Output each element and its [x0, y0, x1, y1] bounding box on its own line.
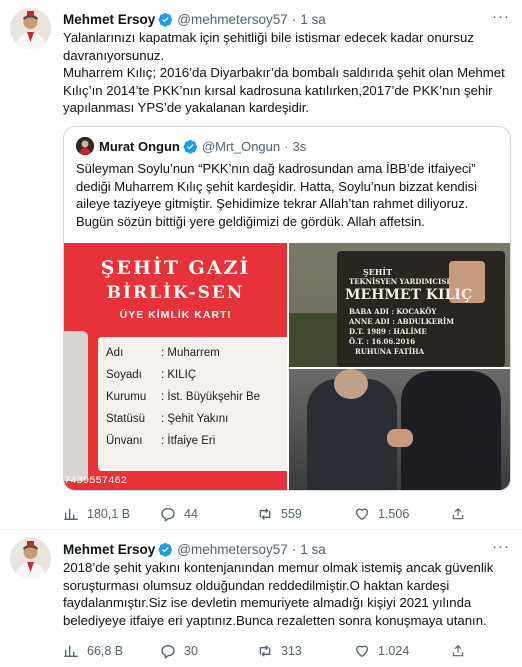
verified-badge-icon: [158, 12, 173, 27]
separator-dot: ·: [291, 541, 297, 557]
views-button[interactable]: 180,1 B: [63, 506, 160, 522]
separator-dot: ·: [284, 138, 289, 154]
card-row: Soyadı: KILIÇ: [106, 369, 197, 381]
retweet-icon: [259, 645, 271, 657]
avatar[interactable]: [10, 538, 51, 579]
like-icon: [355, 645, 369, 658]
id-card-photo[interactable]: ŞEHİT GAZİ BİRLİK-SEN ÜYE KİMLİK KARTI A…: [64, 243, 287, 490]
views-button[interactable]: 66,8 B: [63, 643, 160, 659]
share-button[interactable]: [451, 643, 473, 659]
tweet-actions: 180,1 B 44 559 1.506: [63, 505, 473, 523]
more-icon[interactable]: ···: [492, 539, 510, 560]
verified-badge-icon: [158, 542, 173, 557]
quoted-tweet[interactable]: Murat Ongun @Mrt_Ongun · 3s Süleyman Soy…: [63, 126, 511, 491]
like-count: 1.024: [378, 644, 410, 658]
reply-button[interactable]: 44: [160, 506, 257, 522]
quote-text: Süleyman Soylu’nun “PKK’nın dağ kadrosun…: [76, 161, 478, 229]
views-count: 180,1 B: [87, 507, 131, 521]
separator-dot: ·: [291, 11, 297, 27]
condolence-visit-photo[interactable]: [289, 369, 510, 490]
share-button[interactable]: [451, 506, 473, 522]
share-icon: [452, 644, 464, 657]
tweet[interactable]: Mehmet Ersoy @mehmetersoy57 · 1 sa ··· Y…: [0, 0, 522, 528]
retweet-count: 313: [281, 644, 302, 658]
media-grid: ŞEHİT GAZİ BİRLİK-SEN ÜYE KİMLİK KARTI A…: [64, 243, 510, 490]
reply-count: 30: [184, 644, 198, 658]
quote-author-name[interactable]: Murat Ongun: [99, 139, 180, 154]
retweet-button[interactable]: 559: [257, 506, 354, 522]
card-row: Kurumu: İst. Büyükşehir Be: [106, 391, 261, 403]
retweet-count: 559: [281, 507, 302, 521]
reply-count: 44: [184, 507, 198, 521]
author-name[interactable]: Mehmet Ersoy: [63, 542, 155, 557]
tweet-header: Mehmet Ersoy @mehmetersoy57 · 1 sa: [63, 10, 492, 28]
card-photo-slot: [64, 331, 88, 481]
quote-author-handle[interactable]: @Mrt_Ongun: [202, 139, 280, 154]
card-subtitle: ÜYE KİMLİK KARTI: [119, 309, 232, 321]
views-count: 66,8 B: [87, 644, 124, 658]
avatar[interactable]: [10, 8, 51, 49]
author-handle[interactable]: @mehmetersoy57: [177, 542, 288, 557]
tweet-header: Mehmet Ersoy @mehmetersoy57 · 1 sa: [63, 540, 492, 558]
reply-button[interactable]: 30: [160, 643, 257, 659]
timestamp[interactable]: 1 sa: [300, 12, 326, 27]
like-button[interactable]: 1.506: [354, 506, 451, 522]
reply-icon: [161, 507, 175, 522]
person-silhouette: [401, 371, 501, 490]
tweet-paragraph: Muharrem Kılıç; 2016’da Diyarbakır’da bo…: [63, 65, 505, 115]
gravestone-photo[interactable]: ŞEHİT TEKNİSYEN YARDIMCISI MEHMET KILIÇ …: [289, 243, 510, 367]
views-icon: [64, 645, 78, 657]
retweet-button[interactable]: 313: [257, 643, 354, 659]
handshake: [387, 429, 413, 447]
card-title-1: ŞEHİT GAZİ: [100, 257, 251, 279]
quote-avatar[interactable]: [76, 137, 94, 155]
author-name[interactable]: Mehmet Ersoy: [63, 12, 155, 27]
like-count: 1.506: [378, 507, 410, 521]
timestamp[interactable]: 1 sa: [300, 542, 326, 557]
card-row: Statüsü: Şehit Yakını: [106, 413, 229, 425]
like-icon: [355, 508, 369, 521]
card-row: Ünvanı: İtfaiye Eri: [106, 435, 216, 447]
views-icon: [64, 508, 78, 520]
like-button[interactable]: 1.024: [354, 643, 451, 659]
retweet-icon: [259, 508, 271, 520]
reply-icon: [161, 644, 175, 659]
tweet-actions: 66,8 B 30 313 1.024: [63, 642, 473, 660]
tweet-text: 2018’de şehit yakını kontenjanından memu…: [63, 559, 515, 629]
author-handle[interactable]: @mehmetersoy57: [177, 12, 288, 27]
verified-badge-icon: [183, 139, 198, 154]
tweet-paragraph: 2018’de şehit yakını kontenjanından memu…: [63, 560, 494, 628]
card-row: Adı: Muharrem: [106, 347, 220, 359]
card-title-2: BİRLİK-SEN: [106, 283, 245, 303]
tweet-text: Yalanlarınızı kapatmak için şehitliği bi…: [63, 29, 515, 117]
share-icon: [452, 507, 464, 520]
quote-timestamp[interactable]: 3s: [292, 139, 306, 154]
tweet-divider: [0, 529, 522, 530]
more-icon[interactable]: ···: [492, 9, 510, 30]
tweet[interactable]: Mehmet Ersoy @mehmetersoy57 · 1 sa ··· 2…: [0, 532, 522, 667]
quote-header: Murat Ongun @Mrt_Ongun · 3s: [76, 137, 306, 155]
tweet-paragraph: Yalanlarınızı kapatmak için şehitliği bi…: [63, 30, 474, 63]
card-number: 7439557462: [64, 475, 128, 487]
